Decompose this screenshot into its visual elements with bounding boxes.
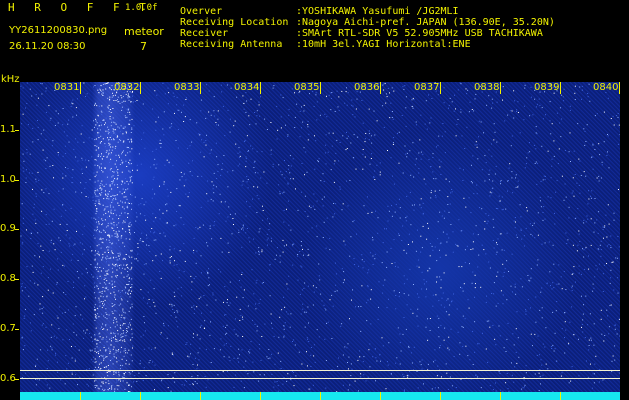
y-axis: 1.1 1.0 0.9 0.8 0.7 0.6	[0, 82, 20, 400]
time-tick	[440, 82, 441, 94]
time-tick	[619, 82, 620, 94]
y-tick-label: 1.1	[0, 124, 19, 135]
station-value: :Nagoya Aichi-pref. JAPAN (136.90E, 35.2…	[296, 17, 555, 28]
station-row-antenna: Receiving Antenna :10mH 3el.YAGI Horizont…	[180, 39, 555, 50]
station-value: :YOSHIKAWA Yasufumi /JG2MLI	[296, 6, 459, 17]
station-value: :10mH 3el.YAGI Horizontal:ENE	[296, 39, 471, 50]
baseline-tick	[140, 392, 141, 400]
spectrogram[interactable]: 0831 0832 0833 0834 0835 0836 0837 0838 …	[20, 82, 620, 392]
station-info: Overver :YOSHIKAWA Yasufumi /JG2MLI Recei…	[180, 6, 555, 50]
meteor-count-value: 7	[140, 40, 147, 53]
capture-timestamp: 26.11.20 08:30	[9, 41, 86, 52]
time-tick	[500, 82, 501, 94]
baseline-tick	[200, 392, 201, 400]
station-row-receiver: Receiver :SMArt RTL-SDR V5 52.905MHz USB …	[180, 28, 555, 39]
time-tick	[80, 82, 81, 94]
reference-line	[20, 370, 620, 371]
y-tick-label: 0.8	[0, 273, 19, 284]
time-tick	[260, 82, 261, 94]
baseline-tick	[560, 392, 561, 400]
time-label: 0837	[414, 82, 440, 93]
time-label: 0839	[534, 82, 560, 93]
time-label: 0832	[114, 82, 140, 93]
station-row-location: Receiving Location :Nagoya Aichi-pref. JA…	[180, 17, 555, 28]
baseline-tick	[320, 392, 321, 400]
time-label: 0840	[593, 82, 619, 93]
time-label: 0834	[234, 82, 260, 93]
time-label: 0831	[54, 82, 80, 93]
time-tick	[380, 82, 381, 94]
station-value: :SMArt RTL-SDR V5 52.905MHz USB TACHIKAW…	[296, 28, 543, 39]
baseline-tick	[440, 392, 441, 400]
baseline-tick	[500, 392, 501, 400]
image-filename: YY2611200830.png	[9, 25, 108, 36]
time-label: 0835	[294, 82, 320, 93]
baseline-tick	[260, 392, 261, 400]
y-tick-label: 0.9	[0, 223, 19, 234]
baseline-tick	[380, 392, 381, 400]
spectrogram-noise	[20, 82, 620, 392]
station-key: Overver	[180, 6, 223, 17]
station-key: Receiving Location	[180, 17, 289, 28]
station-key: Receiving Antenna	[180, 39, 283, 50]
time-tick	[320, 82, 321, 94]
y-tick-label: 0.7	[0, 323, 19, 334]
time-tick	[140, 82, 141, 94]
y-tick-label: 0.6	[0, 373, 19, 384]
baseline-tick	[80, 392, 81, 400]
app-version: 1.0.0f	[125, 3, 158, 13]
time-label: 0838	[474, 82, 500, 93]
station-key: Receiver	[180, 28, 229, 39]
meteor-count-label: meteor	[124, 25, 164, 38]
time-tick	[200, 82, 201, 94]
time-label: 0833	[174, 82, 200, 93]
y-tick-label: 1.0	[0, 174, 19, 185]
time-label: 0836	[354, 82, 380, 93]
station-row-observer: Overver :YOSHIKAWA Yasufumi /JG2MLI	[180, 6, 555, 17]
reference-line	[20, 378, 620, 379]
time-tick	[560, 82, 561, 94]
